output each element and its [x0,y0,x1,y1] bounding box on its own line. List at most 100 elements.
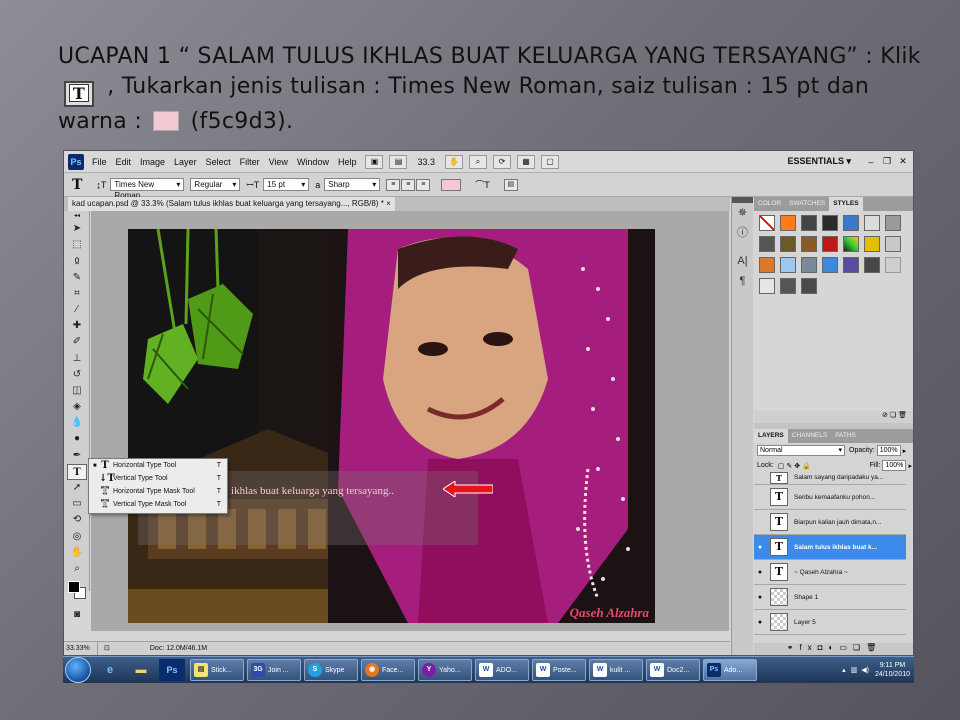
restore-icon[interactable]: ❐ [881,156,893,167]
task-poster[interactable]: W Poste... [532,659,586,681]
new-style-icon[interactable]: ❏ [890,412,896,419]
style-swatch[interactable] [885,257,901,273]
font-style-select[interactable]: Regular ▾ [190,178,241,191]
hand-tool-icon[interactable]: ✋ [64,545,90,561]
layer-row[interactable]: T Seribu kemaafanku pohon... [754,485,906,510]
style-swatch[interactable] [780,236,796,252]
style-swatch[interactable] [864,236,880,252]
layer-row[interactable]: ● T ~ Qaseh Alzahra ~ [754,560,906,585]
file-explorer-icon[interactable]: ▬ [128,659,154,681]
task-yahoo[interactable]: Y Yaho... [418,659,472,681]
zoom-tool-icon[interactable]: ⌕ [469,154,487,169]
task-firefox[interactable]: ◉ Face... [361,659,415,681]
foreground-color-swatch[interactable] [68,581,80,594]
menu-help[interactable]: Help [338,157,357,167]
hand-tool-icon[interactable]: ✋ [445,154,463,169]
style-swatch[interactable] [759,278,775,294]
style-swatch[interactable] [801,215,817,231]
style-swatch[interactable] [801,257,817,273]
font-family-select[interactable]: Times New Roman ▾ [110,178,185,200]
collapse-toolbox-icon[interactable]: ◂◂ [64,211,90,221]
character-icon[interactable]: A| [732,251,753,271]
tray-expand-icon[interactable]: ▴ [842,666,846,674]
artwork-image[interactable]: s ikhlas buat keluarga yang tersayang.. … [128,229,655,623]
crop-tool-icon[interactable]: ⌗ [64,286,90,302]
text-orientation-icon[interactable]: ↨T [96,180,106,190]
layer-style-icon[interactable]: fx [799,643,817,652]
menu-window[interactable]: Window [297,157,329,167]
minimize-icon[interactable]: – [865,157,877,167]
warp-text-icon[interactable]: ⌒T [475,178,490,191]
lock-transparency-icon[interactable]: ▢ [778,462,785,470]
internet-explorer-icon[interactable]: e [97,659,123,681]
flyout-horizontal-type-mask-tool[interactable]: T Horizontal Type Mask Tool T [89,485,227,498]
menu-edit[interactable]: Edit [116,157,132,167]
quick-select-tool-icon[interactable]: ✎ [64,270,90,286]
menu-filter[interactable]: Filter [240,157,260,167]
blend-mode-select[interactable]: Normal ▾ [757,445,845,456]
3d-orbit-tool-icon[interactable]: ◎ [64,529,90,545]
network-icon[interactable]: ▥ [851,666,858,674]
task-join[interactable]: 3G Join ... [247,659,301,681]
opacity-arrow-icon[interactable]: ▸ [903,447,907,455]
lasso-tool-icon[interactable]: ჲ [64,253,90,269]
style-swatch[interactable] [822,257,838,273]
history-brush-tool-icon[interactable]: ↺ [64,367,90,383]
character-panel-icon[interactable]: ▤ [503,178,518,191]
eye-icon[interactable]: ● [754,594,766,601]
bridge-icon[interactable]: ▣ [365,154,384,169]
menu-image[interactable]: Image [140,157,165,167]
style-swatch[interactable] [843,257,859,273]
align-left-icon[interactable]: ≡ [386,178,401,191]
style-swatch[interactable] [759,215,775,231]
color-picker-swatches[interactable] [64,577,89,607]
start-button[interactable] [65,657,91,683]
style-swatch[interactable] [885,236,901,252]
status-info-icon[interactable]: ⊡ [104,642,110,655]
document-tab[interactable]: kad ucapan.psd @ 33.3% (Salam tulus ikhl… [64,197,730,211]
task-sticky-notes[interactable]: ▤ Stick... [190,659,244,681]
brush-tool-icon[interactable]: ✐ [64,334,90,350]
quick-mask-icon[interactable]: ◙ [64,607,90,623]
eye-icon[interactable]: ● [754,544,766,551]
clear-style-icon[interactable]: ⊘ [882,412,888,419]
flyout-vertical-type-tool[interactable]: ↓T Vertical Type Tool T [89,472,227,485]
eyedropper-tool-icon[interactable]: ⁄ [64,302,90,318]
new-group-icon[interactable]: ▭ [839,643,853,652]
task-kulit[interactable]: Wkulit ... [589,659,643,681]
path-selection-tool-icon[interactable]: ➚ [64,480,90,496]
antialias-select[interactable]: Sharp ▾ [324,178,381,191]
layer-row[interactable]: ● Shape 1 [754,585,906,610]
menu-layer[interactable]: Layer [174,157,197,167]
style-swatch[interactable] [843,236,859,252]
font-size-select[interactable]: 15 pt ▾ [263,178,310,191]
task-adobe-doc[interactable]: W ADO... [475,659,529,681]
style-swatch[interactable] [885,215,901,231]
style-swatch[interactable] [780,215,796,231]
style-swatch[interactable] [801,278,817,294]
eye-icon[interactable]: ● [754,569,766,576]
healing-brush-tool-icon[interactable]: ✚ [64,318,90,334]
style-swatch[interactable] [822,215,838,231]
tab-swatches[interactable]: SWATCHES [785,197,829,211]
layer-mask-icon[interactable]: ◘ [818,643,829,652]
screen-mode-icon[interactable]: ▢ [541,154,559,169]
eye-icon[interactable]: ● [754,619,766,626]
adjustment-layer-icon[interactable]: ◐ [829,643,840,652]
delete-layer-icon[interactable]: 🗑 [866,643,882,652]
menu-file[interactable]: File [92,157,107,167]
style-swatch[interactable] [759,257,775,273]
layer-row-selected[interactable]: ● T Salam tulus ikhlas buat k... [754,535,906,560]
close-icon[interactable]: ✕ [897,156,909,167]
system-clock[interactable]: 9:11 PM 24/10/2010 [875,661,910,679]
flyout-horizontal-type-tool[interactable]: ■ T Horizontal Type Tool T [89,459,227,472]
canvas-area[interactable]: s ikhlas buat keluarga yang tersayang.. … [91,211,729,631]
photoshop-taskbar-icon[interactable]: Ps [159,659,185,681]
task-adobe-photoshop[interactable]: Ps Ado... [703,659,757,681]
style-swatch[interactable] [780,257,796,273]
info-icon[interactable]: ⓘ [732,223,753,243]
tool-preset-icon[interactable]: T [72,177,82,193]
style-swatch[interactable] [822,236,838,252]
style-swatch[interactable] [864,257,880,273]
rotate-view-icon[interactable]: ⟳ [493,154,511,169]
